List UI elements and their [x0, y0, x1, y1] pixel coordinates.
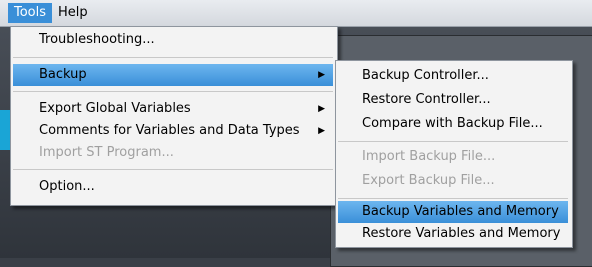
submenu-item-import-backup-file: Import Backup File... — [362, 149, 496, 164]
menu-bar: Tools Help — [0, 0, 592, 27]
submenu-arrow-icon: ▶ — [318, 104, 325, 114]
menu-separator — [13, 91, 333, 92]
menu-item-export-global-variables[interactable]: Export Global Variables ▶ — [13, 98, 333, 120]
menu-item-comments-label: Comments for Variables and Data Types — [39, 123, 300, 138]
submenu-item-backup-controller[interactable]: Backup Controller... — [338, 65, 568, 87]
submenu-item-restore-controller[interactable]: Restore Controller... — [338, 89, 568, 111]
submenu-item-export-backup-file: Export Backup File... — [362, 173, 495, 188]
menu-item-troubleshooting[interactable]: Troubleshooting... — [13, 29, 333, 51]
menu-item-backup-label: Backup — [39, 67, 87, 82]
submenu-item-backup-variables-and-memory[interactable]: Backup Variables and Memory — [338, 201, 568, 223]
submenu-arrow-icon: ▶ — [318, 126, 325, 136]
submenu-arrow-icon: ▶ — [318, 70, 325, 80]
submenu-item-restore-variables-and-memory[interactable]: Restore Variables and Memory — [338, 223, 568, 245]
backup-submenu: Backup Controller... Restore Controller.… — [335, 60, 573, 248]
menu-help[interactable]: Help — [52, 3, 94, 23]
menu-item-export-global-variables-label: Export Global Variables — [39, 101, 191, 116]
menu-item-option[interactable]: Option... — [13, 176, 333, 198]
menu-item-backup[interactable]: Backup ▶ — [13, 64, 333, 86]
menu-item-comments[interactable]: Comments for Variables and Data Types ▶ — [13, 120, 333, 142]
menu-item-import-st-program: Import ST Program... — [39, 145, 174, 160]
menu-separator — [13, 169, 333, 170]
menu-separator — [338, 198, 568, 199]
submenu-item-compare-with-backup-file[interactable]: Compare with Backup File... — [338, 113, 568, 135]
menu-separator — [338, 141, 568, 142]
menu-separator — [13, 57, 333, 58]
background-accent-strip — [0, 110, 10, 150]
menu-tools[interactable]: Tools — [8, 3, 53, 23]
tools-menu: Troubleshooting... Backup ▶ Export Globa… — [10, 26, 338, 206]
